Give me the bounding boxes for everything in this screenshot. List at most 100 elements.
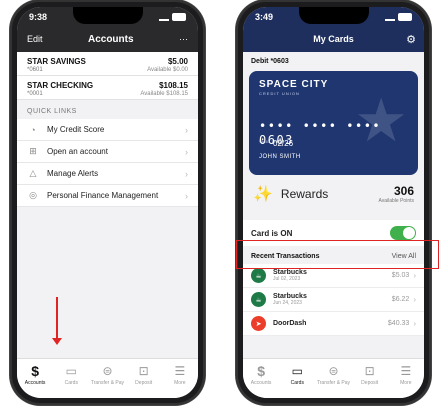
rewards-points: 306 Available Points xyxy=(379,184,415,204)
transaction-date: Jul 02, 2023 xyxy=(273,276,301,282)
my-cards-screen: 3:49 My Cards ⚙ Debit *0603 SPACE CITY C… xyxy=(243,7,424,398)
transfer-icon: ⊜ xyxy=(328,364,339,378)
tab-cards[interactable]: ▭ Cards xyxy=(55,364,87,386)
tab-transfer-pay[interactable]: ⊜ Transfer & Pay xyxy=(316,364,351,386)
merchant-name: Starbucks xyxy=(273,293,307,300)
account-number: *0001 xyxy=(27,91,43,97)
transaction-amount: $6.22 xyxy=(391,296,410,303)
bell-icon: △ xyxy=(29,168,37,178)
transfer-icon: ⊜ xyxy=(102,364,113,378)
chevron-right-icon: › xyxy=(413,271,416,280)
chevron-right-icon: › xyxy=(185,124,188,135)
card-icon: ▭ xyxy=(291,364,303,378)
account-name: STAR SAVINGS xyxy=(27,57,86,66)
quick-link-label: Open an account xyxy=(47,147,108,156)
status-icons xyxy=(159,13,186,21)
edit-button[interactable]: Edit xyxy=(27,34,43,44)
account-available: Available $108.15 xyxy=(140,91,188,97)
card-brand: SPACE CITY xyxy=(259,79,329,90)
quick-links-list: ◔ My Credit Score › ⊞ Open an account › … xyxy=(17,119,198,207)
chevron-right-icon: › xyxy=(185,146,188,157)
account-list: STAR SAVINGS *0601 $5.00 Available $0.00… xyxy=(17,52,198,100)
tab-deposit[interactable]: ⊡ Deposit xyxy=(354,364,386,386)
merchant-name: Starbucks xyxy=(273,269,307,276)
card-on-label: Card is ON xyxy=(251,228,293,238)
transaction-amount: $5.03 xyxy=(391,272,410,279)
page-title: My Cards xyxy=(313,34,354,44)
account-row-checking[interactable]: STAR CHECKING *0001 $108.15 Available $1… xyxy=(17,76,198,100)
quick-link-personal-finance[interactable]: ◎ Personal Finance Management › xyxy=(17,185,198,207)
tab-label: Cards xyxy=(64,380,78,386)
tab-cards[interactable]: ▭ Cards xyxy=(281,364,313,386)
tab-more[interactable]: ☰ More xyxy=(164,364,196,386)
signal-icon xyxy=(385,13,395,21)
tab-deposit[interactable]: ⊡ Deposit xyxy=(128,364,160,386)
doordash-logo-icon: ➤ xyxy=(251,316,266,331)
chevron-right-icon: › xyxy=(413,295,416,304)
tab-more[interactable]: ☰ More xyxy=(390,364,422,386)
card-on-highlight xyxy=(236,240,439,269)
card-on-toggle[interactable] xyxy=(390,226,416,240)
quick-link-open-account[interactable]: ⊞ Open an account › xyxy=(17,141,198,163)
account-available: Available $0.00 xyxy=(147,67,188,73)
transaction-row[interactable]: ➤ DoorDash $40.33 › xyxy=(243,312,424,336)
rewards-icon: ✨ xyxy=(253,186,273,203)
transaction-amount: $40.33 xyxy=(387,320,410,327)
quick-link-credit-score[interactable]: ◔ My Credit Score › xyxy=(17,119,198,141)
plus-icon: ⊞ xyxy=(29,146,37,156)
accounts-navbar: Edit Accounts ··· xyxy=(17,27,198,51)
tab-bar: $ Accounts ▭ Cards ⊜ Transfer & Pay ⊡ De… xyxy=(17,358,198,398)
account-number: *0601 xyxy=(27,67,43,73)
merchant-name: DoorDash xyxy=(273,320,307,327)
signal-icon xyxy=(159,13,169,21)
debit-card-label: Debit *0603 xyxy=(251,58,289,65)
accounts-screen: 9:38 Edit Accounts ··· STAR SAVINGS *060… xyxy=(17,7,198,398)
transaction-row[interactable]: ☕ Starbucks Jun 24, 2023 $6.22 › xyxy=(243,288,424,312)
more-button[interactable]: ··· xyxy=(179,34,188,44)
points-value: 306 xyxy=(393,184,414,198)
debit-card[interactable]: SPACE CITY CREDIT UNION ★ •••• •••• ••••… xyxy=(249,71,418,175)
status-time: 3:49 xyxy=(255,12,274,22)
chevron-right-icon: › xyxy=(413,319,416,328)
quick-link-manage-alerts[interactable]: △ Manage Alerts › xyxy=(17,163,198,185)
deposit-icon: ⊡ xyxy=(138,364,149,378)
quick-link-label: My Credit Score xyxy=(47,125,105,134)
card-holder: JOHN SMITH xyxy=(259,154,301,160)
chevron-right-icon: › xyxy=(185,168,188,179)
rewards-title: Rewards xyxy=(280,187,329,201)
account-row-savings[interactable]: STAR SAVINGS *0601 $5.00 Available $0.00 xyxy=(17,52,198,76)
dollar-icon: $ xyxy=(257,363,265,379)
tab-label: Deposit xyxy=(361,380,379,386)
account-name: STAR CHECKING xyxy=(27,81,94,90)
transaction-date: Jun 24, 2023 xyxy=(273,300,302,306)
tab-label: Accounts xyxy=(24,380,46,386)
tab-accounts[interactable]: $ Accounts xyxy=(19,364,51,386)
tab-label: Transfer & Pay xyxy=(90,380,125,386)
phone-accounts: 9:38 Edit Accounts ··· STAR SAVINGS *060… xyxy=(10,0,205,405)
quick-link-label: Manage Alerts xyxy=(47,169,99,178)
tab-accounts[interactable]: $ Accounts xyxy=(245,364,277,386)
menu-icon: ☰ xyxy=(174,364,186,378)
annotation-arrow xyxy=(52,297,62,345)
chevron-right-icon: › xyxy=(185,190,188,201)
battery-icon xyxy=(172,13,186,21)
notch xyxy=(72,7,143,24)
tab-label: More xyxy=(400,380,412,386)
tab-label: More xyxy=(174,380,186,386)
tab-bar: $ Accounts ▭ Cards ⊜ Transfer & Pay ⊡ De… xyxy=(243,358,424,398)
dollar-icon: $ xyxy=(31,363,39,379)
gear-icon[interactable]: ⚙ xyxy=(406,33,416,46)
deposit-icon: ⊡ xyxy=(364,364,375,378)
card-icon: ▭ xyxy=(65,364,77,378)
tab-label: Transfer & Pay xyxy=(316,380,351,386)
rewards-row[interactable]: ✨ Rewards 306 Available Points xyxy=(243,175,424,213)
status-time: 9:38 xyxy=(29,12,48,22)
tab-label: Deposit xyxy=(135,380,153,386)
starbucks-logo-icon: ☕ xyxy=(251,292,266,307)
tab-transfer-pay[interactable]: ⊜ Transfer & Pay xyxy=(90,364,125,386)
chart-icon: ◎ xyxy=(29,190,37,200)
notch xyxy=(298,7,369,24)
phone-my-cards: 3:49 My Cards ⚙ Debit *0603 SPACE CITY C… xyxy=(236,0,431,405)
quick-links-heading: QUICK LINKS xyxy=(27,108,77,115)
card-expiry: 02/26 xyxy=(273,139,294,148)
